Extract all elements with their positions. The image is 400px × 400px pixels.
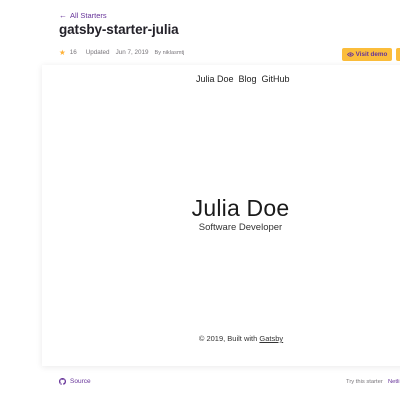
preview-footer-gatsby-link[interactable]: Gatsby	[259, 334, 283, 343]
preview-nav-github[interactable]: GitHub	[262, 74, 290, 84]
back-to-starters-link[interactable]: ← All Starters	[59, 11, 107, 20]
arrow-left-icon: ←	[59, 10, 67, 20]
updated-label: Updated	[85, 49, 110, 56]
github-icon	[59, 378, 66, 385]
star-icon: ★	[59, 48, 66, 57]
preview-nav-home[interactable]: Julia Doe	[196, 74, 234, 84]
author-label: By niklasmtj	[154, 49, 185, 56]
preview-nav-blog[interactable]: Blog	[239, 74, 257, 84]
updated-date: Jun 7, 2019	[115, 49, 149, 56]
preview-site-footer: © 2019, Built with Gatsby	[0, 334, 400, 343]
try-starter-label: Try this starter	[346, 379, 383, 385]
preview-hero-role: Software Developer	[198, 222, 283, 233]
starter-meta: ★ 16 Updated Jun 7, 2019 By niklasmtj	[59, 48, 184, 57]
preview-footer-text: © 2019, Built with	[198, 334, 258, 343]
visit-demo-label: Visit demo	[355, 51, 388, 58]
preview-hero-name: Julia Doe	[191, 195, 290, 221]
netlify-deploy-link[interactable]: Netli	[388, 379, 400, 385]
eye-icon	[346, 52, 354, 57]
source-link-label: Source	[70, 378, 91, 385]
back-link-label: All Starters	[70, 11, 107, 20]
page-title: gatsby-starter-julia	[59, 22, 179, 37]
secondary-action-button[interactable]	[396, 48, 400, 61]
visit-demo-button[interactable]: Visit demo	[342, 48, 392, 61]
stars-count: 16	[69, 49, 77, 56]
source-link[interactable]: Source	[59, 378, 91, 385]
preview-site-nav: Julia Doe Blog GitHub	[196, 74, 290, 84]
